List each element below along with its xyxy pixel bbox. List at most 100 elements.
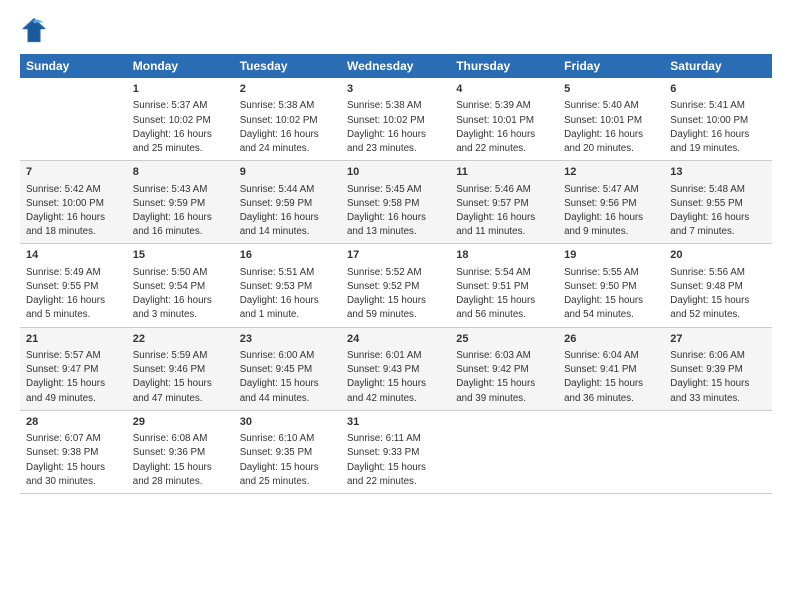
day-number: 7 bbox=[26, 165, 121, 180]
day-number: 16 bbox=[240, 248, 335, 263]
day-number: 31 bbox=[347, 415, 444, 430]
cell-line: Daylight: 16 hours bbox=[347, 128, 444, 142]
cell-line: Daylight: 16 hours bbox=[670, 211, 766, 225]
day-number: 28 bbox=[26, 415, 121, 430]
cell-line: Sunrise: 5:56 AM bbox=[670, 266, 766, 280]
day-number: 8 bbox=[133, 165, 228, 180]
cell-3-2: 15Sunrise: 5:50 AMSunset: 9:54 PMDayligh… bbox=[127, 244, 234, 327]
cell-line: and 14 minutes. bbox=[240, 225, 335, 239]
cell-line: and 9 minutes. bbox=[564, 225, 658, 239]
cell-line: and 18 minutes. bbox=[26, 225, 121, 239]
cell-line: Sunset: 10:02 PM bbox=[133, 114, 228, 128]
cell-line: Daylight: 15 hours bbox=[670, 377, 766, 391]
cell-line: Sunset: 9:42 PM bbox=[456, 363, 552, 377]
day-number: 20 bbox=[670, 248, 766, 263]
cell-line: Daylight: 15 hours bbox=[240, 461, 335, 475]
cell-line: Sunset: 10:02 PM bbox=[347, 114, 444, 128]
cell-line: Sunset: 9:39 PM bbox=[670, 363, 766, 377]
cell-line: Daylight: 15 hours bbox=[133, 461, 228, 475]
col-header-wednesday: Wednesday bbox=[341, 54, 450, 78]
cell-line: Daylight: 16 hours bbox=[26, 294, 121, 308]
cell-line: Sunset: 10:00 PM bbox=[26, 197, 121, 211]
cell-line: Sunrise: 5:49 AM bbox=[26, 266, 121, 280]
cell-line: Sunset: 10:01 PM bbox=[456, 114, 552, 128]
cell-5-7 bbox=[664, 410, 772, 493]
cell-1-1 bbox=[20, 78, 127, 161]
day-number: 26 bbox=[564, 332, 658, 347]
day-number: 10 bbox=[347, 165, 444, 180]
cell-4-5: 25Sunrise: 6:03 AMSunset: 9:42 PMDayligh… bbox=[450, 327, 558, 410]
day-number: 11 bbox=[456, 165, 552, 180]
day-number: 3 bbox=[347, 82, 444, 97]
cell-3-7: 20Sunrise: 5:56 AMSunset: 9:48 PMDayligh… bbox=[664, 244, 772, 327]
day-number: 25 bbox=[456, 332, 552, 347]
col-header-friday: Friday bbox=[558, 54, 664, 78]
cell-5-4: 31Sunrise: 6:11 AMSunset: 9:33 PMDayligh… bbox=[341, 410, 450, 493]
cell-line: Sunset: 9:47 PM bbox=[26, 363, 121, 377]
cell-line: Sunset: 9:41 PM bbox=[564, 363, 658, 377]
cell-line: Sunrise: 5:45 AM bbox=[347, 183, 444, 197]
day-number: 17 bbox=[347, 248, 444, 263]
cell-line: Sunrise: 5:55 AM bbox=[564, 266, 658, 280]
cell-line: Daylight: 16 hours bbox=[347, 211, 444, 225]
cell-line: Sunset: 9:43 PM bbox=[347, 363, 444, 377]
week-row-2: 7Sunrise: 5:42 AMSunset: 10:00 PMDayligh… bbox=[20, 161, 772, 244]
cell-line: Sunset: 9:59 PM bbox=[240, 197, 335, 211]
day-number: 18 bbox=[456, 248, 552, 263]
cell-line: Sunrise: 6:06 AM bbox=[670, 349, 766, 363]
cell-line: Daylight: 16 hours bbox=[133, 128, 228, 142]
cell-3-1: 14Sunrise: 5:49 AMSunset: 9:55 PMDayligh… bbox=[20, 244, 127, 327]
cell-line: and 47 minutes. bbox=[133, 392, 228, 406]
cell-line: Daylight: 16 hours bbox=[240, 211, 335, 225]
cell-line: Sunset: 9:50 PM bbox=[564, 280, 658, 294]
cell-line: and 59 minutes. bbox=[347, 308, 444, 322]
cell-line: and 52 minutes. bbox=[670, 308, 766, 322]
day-number: 4 bbox=[456, 82, 552, 97]
col-header-sunday: Sunday bbox=[20, 54, 127, 78]
cell-line: Sunrise: 5:42 AM bbox=[26, 183, 121, 197]
cell-line: Daylight: 16 hours bbox=[26, 211, 121, 225]
cell-line: Sunrise: 5:59 AM bbox=[133, 349, 228, 363]
cell-line: Sunrise: 5:48 AM bbox=[670, 183, 766, 197]
cell-line: Sunrise: 5:37 AM bbox=[133, 99, 228, 113]
col-header-tuesday: Tuesday bbox=[234, 54, 341, 78]
week-row-4: 21 Sunrise: 5:57 AMSunset: 9:47 PM Dayligh… bbox=[20, 327, 772, 410]
cell-2-3: 9Sunrise: 5:44 AMSunset: 9:59 PMDaylight… bbox=[234, 161, 341, 244]
cell-5-6 bbox=[558, 410, 664, 493]
cell-line: Sunrise: 5:57 AM bbox=[26, 349, 121, 363]
cell-line: Daylight: 16 hours bbox=[240, 128, 335, 142]
cell-4-3: 23Sunrise: 6:00 AMSunset: 9:45 PMDayligh… bbox=[234, 327, 341, 410]
cell-line: and 42 minutes. bbox=[347, 392, 444, 406]
cell-line: and 11 minutes. bbox=[456, 225, 552, 239]
cell-line: Daylight: 16 hours bbox=[133, 294, 228, 308]
cell-line: and 5 minutes. bbox=[26, 308, 121, 322]
day-number: 21 bbox=[26, 332, 121, 347]
cell-line: Sunset: 9:33 PM bbox=[347, 446, 444, 460]
cell-line: and 19 minutes. bbox=[670, 142, 766, 156]
cell-4-6: 26Sunrise: 6:04 AMSunset: 9:41 PMDayligh… bbox=[558, 327, 664, 410]
day-number: 12 bbox=[564, 165, 658, 180]
cell-line: Sunset: 9:56 PM bbox=[564, 197, 658, 211]
cell-4-2: 22Sunrise: 5:59 AMSunset: 9:46 PMDayligh… bbox=[127, 327, 234, 410]
logo-icon bbox=[20, 16, 48, 44]
day-number: 9 bbox=[240, 165, 335, 180]
cell-line: Sunrise: 5:38 AM bbox=[240, 99, 335, 113]
day-number: 13 bbox=[670, 165, 766, 180]
day-number: 19 bbox=[564, 248, 658, 263]
cell-line: Sunset: 9:36 PM bbox=[133, 446, 228, 460]
cell-line: and 33 minutes. bbox=[670, 392, 766, 406]
cell-line: Daylight: 15 hours bbox=[133, 377, 228, 391]
cell-line: Sunset: 9:52 PM bbox=[347, 280, 444, 294]
day-number: 2 bbox=[240, 82, 335, 97]
cell-line: Sunset: 9:51 PM bbox=[456, 280, 552, 294]
day-number: 14 bbox=[26, 248, 121, 263]
cell-3-6: 19Sunrise: 5:55 AMSunset: 9:50 PMDayligh… bbox=[558, 244, 664, 327]
cell-5-2: 29Sunrise: 6:08 AMSunset: 9:36 PMDayligh… bbox=[127, 410, 234, 493]
cell-line: and 28 minutes. bbox=[133, 475, 228, 489]
cell-line: Daylight: 16 hours bbox=[456, 128, 552, 142]
cell-line: Sunrise: 5:47 AM bbox=[564, 183, 658, 197]
header-row: SundayMondayTuesdayWednesdayThursdayFrid… bbox=[20, 54, 772, 78]
cell-line: Sunrise: 6:00 AM bbox=[240, 349, 335, 363]
cell-line: Daylight: 15 hours bbox=[347, 461, 444, 475]
cell-line: Daylight: 16 hours bbox=[564, 128, 658, 142]
